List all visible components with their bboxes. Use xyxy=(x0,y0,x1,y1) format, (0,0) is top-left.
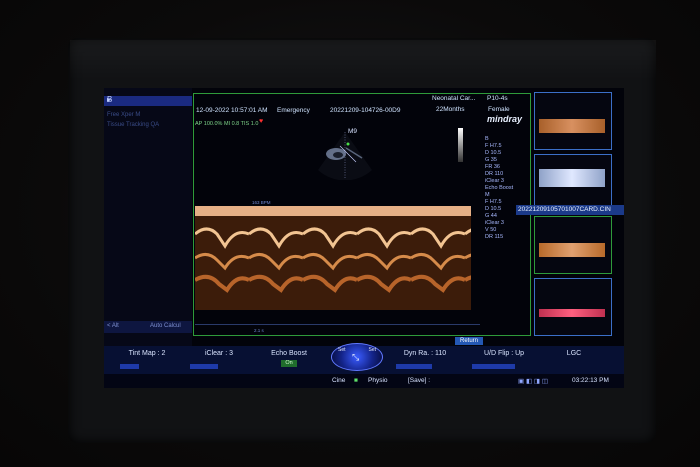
flip-control[interactable]: U/D Flip : Up xyxy=(468,347,540,371)
flip-bar xyxy=(472,364,516,369)
param-line: D 10.5 xyxy=(485,150,502,156)
left-panel: B ▸ Free Xper M Tissue Tracking QA < Alt… xyxy=(104,88,192,350)
ecg-baseline xyxy=(195,324,480,325)
panel-item-free-xper[interactable]: Free Xper M xyxy=(107,112,140,118)
param-line: DR 115 xyxy=(485,234,504,240)
echo-boost-control[interactable]: Echo Boost On xyxy=(256,347,322,371)
alt-button[interactable]: < Alt xyxy=(107,323,119,329)
panel-item-tissue-tracking[interactable]: Tissue Tracking QA xyxy=(107,122,159,128)
cine-label[interactable]: Cine xyxy=(332,377,345,384)
param-line: iClear 3 xyxy=(485,178,504,184)
echo-boost-state: On xyxy=(281,360,297,367)
date-time: 12-09-2022 10:57:01 AM xyxy=(196,107,268,114)
auto-calc-button[interactable]: Auto Calcul xyxy=(150,323,181,329)
param-line: DR 110 xyxy=(485,171,504,177)
patient-sex: Female xyxy=(488,106,510,113)
cine-indicator-icon: ■ xyxy=(354,377,358,384)
lgc-control[interactable]: LGC xyxy=(544,347,604,371)
param-line: D 10.5 xyxy=(485,206,502,212)
parameter-list: B F H7.5 D 10.5 G 35 FR 36 DR 110 iClear… xyxy=(485,136,513,241)
panel-header[interactable]: B ▸ xyxy=(104,95,192,106)
cursor-icon: ⤡ xyxy=(352,352,360,362)
param-line: M xyxy=(485,192,490,198)
thumbnail-1[interactable] xyxy=(534,92,612,150)
thumbnail-4[interactable] xyxy=(534,278,612,336)
dial-right-set: Set xyxy=(368,347,376,353)
preset-name: Neonatal Car... xyxy=(432,95,476,102)
time-scale-label: 2.1 s xyxy=(254,328,264,333)
trackball-dial[interactable]: Set Set ⤡ xyxy=(331,343,383,371)
patient-age: 22Months xyxy=(436,106,465,113)
probe-name: P10-4s xyxy=(487,95,508,102)
param-line: iClear 3 xyxy=(485,220,504,226)
exam-mode: Emergency xyxy=(277,107,310,114)
m-line-marker: M9 xyxy=(348,128,358,135)
iclear-bar xyxy=(190,364,218,369)
param-line: V 50 xyxy=(485,227,497,233)
brand-logo: mindray xyxy=(487,114,523,124)
flip-label: U/D Flip : Up xyxy=(483,350,525,357)
heart-rate-label: 163 BPM xyxy=(252,200,271,205)
screen-glare xyxy=(70,40,656,80)
panel-expand-icon[interactable]: ▸ xyxy=(107,95,190,104)
thumbnail-3[interactable] xyxy=(534,216,612,274)
tray-icons: ▣ ◧ ◨ ◫ xyxy=(518,378,548,385)
tint-map-label: Tint Map : 2 xyxy=(128,350,166,357)
param-line: F H7.5 xyxy=(485,143,502,149)
lgc-label: LGC xyxy=(566,350,582,357)
selected-file-label: 20221209105701007CARD.CIN xyxy=(516,205,624,215)
tint-map-bar xyxy=(120,364,139,369)
tint-map-control[interactable]: Tint Map : 2 xyxy=(116,347,178,371)
ultrasound-screen: B ▸ Free Xper M Tissue Tracking QA < Alt… xyxy=(104,88,624,388)
param-line: FR 36 xyxy=(485,164,500,170)
heart-icon: ♥ xyxy=(259,118,264,125)
param-line: G 44 xyxy=(485,213,497,219)
param-line: G 35 xyxy=(485,157,497,163)
panel-footer: < Alt Auto Calcul xyxy=(104,321,192,333)
dynamic-range-control[interactable]: Dyn Ra. : 110 xyxy=(392,347,458,371)
physio-label[interactable]: Physio xyxy=(368,377,388,384)
param-line: Echo Boost xyxy=(485,185,514,191)
system-clock: 03:22:13 PM xyxy=(572,377,609,384)
gray-scale-bar xyxy=(458,128,463,162)
echo-sector-image xyxy=(318,132,372,180)
m-mode-trace xyxy=(195,206,471,310)
dial-left-set: Set xyxy=(338,347,346,353)
dynamic-range-bar xyxy=(396,364,433,369)
echo-boost-label: Echo Boost xyxy=(271,350,307,357)
exam-id: 20221209-104726-00D9 xyxy=(330,107,401,114)
dynamic-range-label: Dyn Ra. : 110 xyxy=(403,350,447,357)
status-bar: Cine ■ Physio [Save] : ▣ ◧ ◨ ◫ 03:22:13 … xyxy=(104,374,624,388)
param-line: B xyxy=(485,136,489,142)
save-label[interactable]: [Save] : xyxy=(408,377,430,384)
m-mode-waveform xyxy=(195,216,471,310)
return-button[interactable]: Return xyxy=(455,337,483,345)
power-readout: AP 100.0% MI 0.8 TIS 1.0 xyxy=(195,121,259,127)
thumbnail-2[interactable] xyxy=(534,154,612,212)
iclear-label: iClear : 3 xyxy=(204,350,233,357)
iclear-control[interactable]: iClear : 3 xyxy=(186,347,252,371)
param-line: F H7.5 xyxy=(485,199,502,205)
